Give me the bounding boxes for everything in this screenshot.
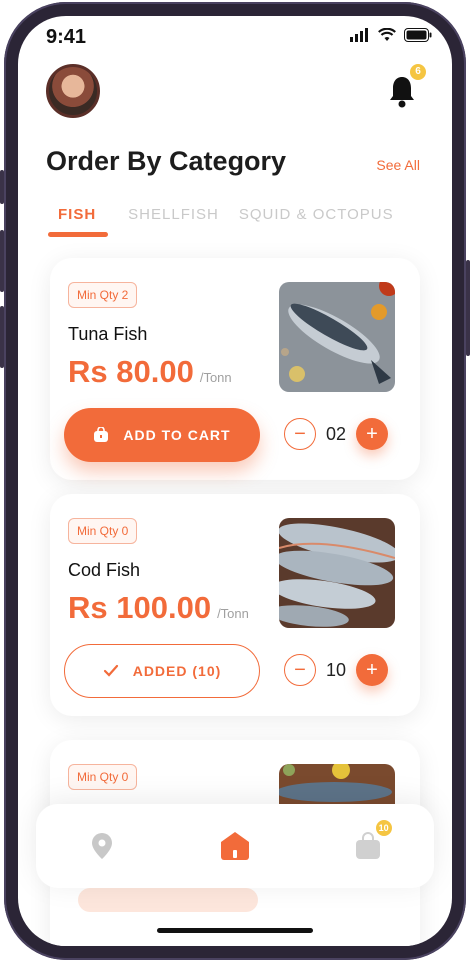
- product-card: Min Qty 0 Cod Fish Rs 100.00/Tonn ADDED …: [50, 494, 420, 716]
- quantity-stepper: − 02 +: [284, 418, 388, 450]
- product-card: Min Qty 2 Tuna Fish Rs 80.00/Tonn ADD TO…: [50, 258, 420, 480]
- cod-fish-image: [279, 518, 395, 628]
- min-qty-badge: Min Qty 2: [68, 282, 138, 308]
- nav-cart[interactable]: 10: [348, 820, 392, 866]
- button-shadow-peek: [78, 888, 258, 912]
- price-unit: /Tonn: [217, 606, 249, 621]
- min-qty-badge: Min Qty 0: [68, 518, 138, 544]
- nav-location[interactable]: [82, 826, 122, 866]
- increase-button[interactable]: +: [356, 654, 388, 686]
- tab-shellfish[interactable]: SHELLFISH: [128, 206, 219, 223]
- nav-home[interactable]: [215, 826, 255, 866]
- product-price: Rs 100.00/Tonn: [68, 590, 249, 626]
- wifi-icon: [378, 28, 396, 41]
- product-price: Rs 80.00/Tonn: [68, 354, 232, 390]
- add-to-cart-label: ADD TO CART: [123, 427, 231, 443]
- cellular-signal-icon: [350, 28, 368, 42]
- mute-switch: [0, 170, 4, 204]
- volume-down-button: [0, 306, 4, 368]
- app-screen: 9:41 6 Order By Category See All FISH SH…: [18, 16, 452, 946]
- user-avatar[interactable]: [46, 64, 100, 118]
- cart-count-badge: 10: [375, 820, 392, 836]
- status-icons: [350, 28, 432, 42]
- notification-badge: 6: [410, 64, 426, 80]
- added-label: ADDED (10): [132, 663, 222, 679]
- location-pin-icon: [92, 833, 113, 859]
- product-name: Cod Fish: [68, 560, 141, 580]
- power-button: [466, 260, 470, 356]
- quantity-stepper: − 10 +: [284, 654, 388, 686]
- added-button[interactable]: ADDED (10): [64, 644, 260, 698]
- tab-squid-octopus[interactable]: SQUID & OCTOPUS: [239, 206, 394, 223]
- min-qty-badge: Min Qty 0: [68, 764, 138, 790]
- volume-up-button: [0, 230, 4, 292]
- decrease-button[interactable]: −: [284, 418, 316, 450]
- quantity-value: 02: [325, 423, 347, 444]
- home-indicator: [157, 928, 313, 933]
- bell-icon[interactable]: [388, 74, 416, 108]
- increase-button[interactable]: +: [356, 418, 388, 450]
- category-tabs: FISH SHELLFISH SQUID & OCTOPUS: [46, 206, 394, 223]
- page-title: Order By Category: [46, 146, 287, 176]
- decrease-button[interactable]: −: [284, 654, 316, 686]
- quantity-value: 10: [325, 659, 347, 680]
- shopping-bag-icon: [355, 832, 380, 859]
- see-all-link[interactable]: See All: [376, 157, 420, 173]
- add-to-cart-button[interactable]: ADD TO CART: [64, 408, 260, 462]
- bottom-nav: 10: [36, 804, 434, 888]
- price-value: Rs 100.00: [68, 590, 212, 625]
- tab-fish[interactable]: FISH: [46, 206, 108, 223]
- price-unit: /Tonn: [199, 370, 232, 385]
- battery-icon: [404, 28, 432, 42]
- checkmark-icon: [103, 664, 118, 677]
- shopping-bag-icon: [94, 427, 109, 442]
- home-icon: [220, 832, 249, 860]
- tuna-fish-image: [279, 282, 395, 392]
- active-tab-indicator: [48, 232, 108, 237]
- product-name: Tuna Fish: [68, 324, 148, 344]
- price-value: Rs 80.00: [68, 354, 194, 389]
- status-time: 9:41: [46, 26, 87, 48]
